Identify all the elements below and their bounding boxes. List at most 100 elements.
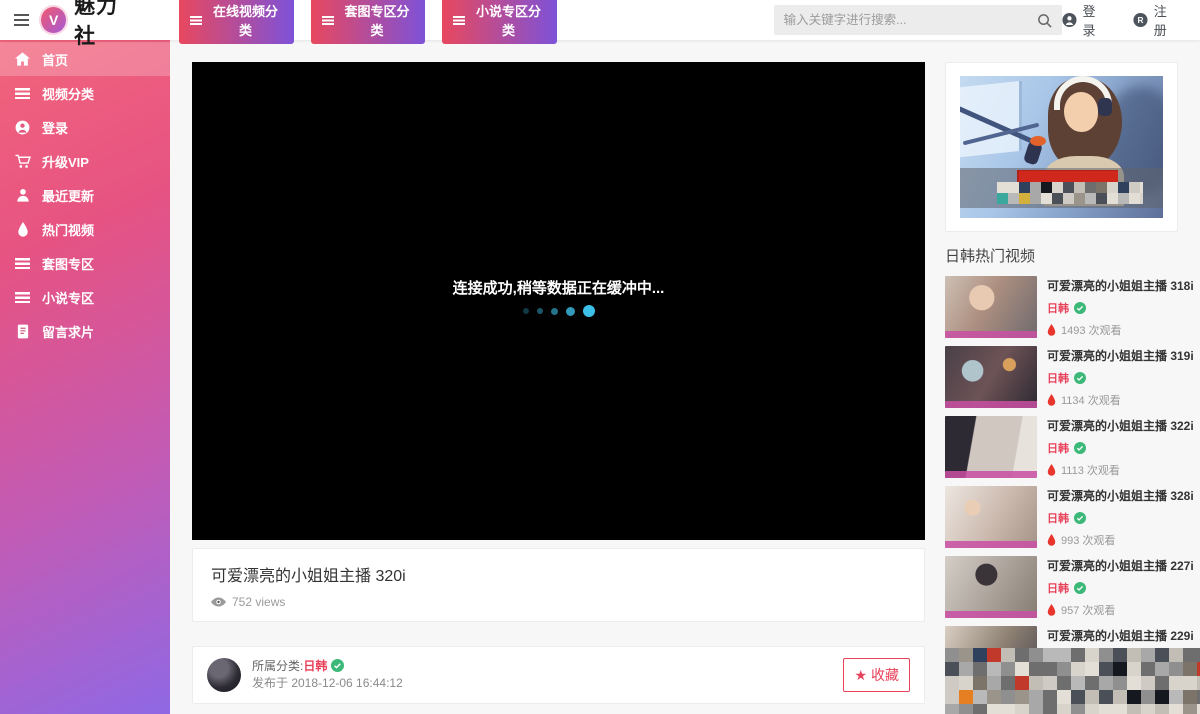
sidebar-item-label: 视频分类 [42, 84, 94, 103]
list-icon [14, 85, 31, 102]
video-thumbnail[interactable] [945, 486, 1037, 548]
player-status-text: 连接成功,稍等数据正在缓冲中... [192, 277, 925, 298]
main-column: 连接成功,稍等数据正在缓冲中... 可爱漂亮的小姐姐主播 320i 752 vi… [192, 62, 925, 714]
hot-video-item[interactable]: 可爱漂亮的小姐姐主播 322i 日韩 1113 次观看 [945, 416, 1180, 478]
fire-icon [1047, 394, 1056, 406]
list-icon [14, 255, 31, 272]
hot-video-item[interactable]: 可爱漂亮的小姐姐主播 318i 日韩 1493 次观看 [945, 276, 1180, 338]
list-icon [14, 289, 31, 306]
register-label: 注册 [1154, 1, 1178, 39]
ad-card[interactable] [945, 62, 1178, 232]
video-thumbnail[interactable] [945, 276, 1037, 338]
sidebar-item-recent-updates[interactable]: 最近更新 [0, 178, 170, 212]
sidebar-item-novel-zone[interactable]: 小说专区 [0, 280, 170, 314]
fire-icon [1047, 464, 1056, 476]
hot-video-title[interactable]: 可爱漂亮的小姐姐主播 318i [1047, 277, 1194, 294]
user-icon [1062, 12, 1077, 28]
sidebar-item-upgrade-vip[interactable]: 升级VIP [0, 144, 170, 178]
search-icon[interactable] [1037, 13, 1052, 28]
hot-video-views: 1134 次观看 [1061, 392, 1121, 408]
auth-links: 登录 R 注册 [1062, 1, 1186, 39]
brand-logo-icon[interactable]: V [41, 7, 66, 33]
sidebar-item-label: 小说专区 [42, 288, 94, 307]
hot-video-title[interactable]: 可爱漂亮的小姐姐主播 319i [1047, 347, 1194, 364]
brand-title[interactable]: 魅力社 [74, 0, 137, 50]
video-thumbnail[interactable] [945, 416, 1037, 478]
register-link[interactable]: R 注册 [1133, 1, 1178, 39]
list-icon [190, 16, 202, 25]
hot-video-category[interactable]: 日韩 [1047, 370, 1069, 386]
right-sidebar: 日韩热门视频 可爱漂亮的小姐姐主播 318i 日韩 1493 次观看 [945, 40, 1180, 714]
ad-censor-mosaic [997, 182, 1143, 204]
hot-video-title[interactable]: 可爱漂亮的小姐姐主播 328i [1047, 487, 1194, 504]
register-icon: R [1133, 12, 1148, 28]
category-link[interactable]: 日韩 [303, 659, 327, 673]
favorite-label: 收藏 [871, 665, 899, 685]
nav-button-gallery-categories[interactable]: 套图专区分类 [311, 0, 426, 44]
user-circle-icon [14, 119, 31, 136]
document-icon [14, 323, 31, 340]
nav-button-novel-categories[interactable]: 小说专区分类 [442, 0, 557, 44]
hot-video-category[interactable]: 日韩 [1047, 510, 1069, 526]
video-thumbnail[interactable] [945, 346, 1037, 408]
login-link[interactable]: 登录 [1062, 1, 1107, 39]
sidebar-item-label: 最近更新 [42, 186, 94, 205]
hot-video-category[interactable]: 日韩 [1047, 580, 1069, 596]
top-header: V 魅力社 在线视频分类 套图专区分类 小说专区分类 [0, 0, 1200, 40]
view-count: 752 views [232, 595, 285, 609]
sidebar-item-label: 套图专区 [42, 254, 94, 273]
hot-video-item[interactable]: 可爱漂亮的小姐姐主播 227i 日韩 957 次观看 [945, 556, 1180, 618]
hot-video-title[interactable]: 可爱漂亮的小姐姐主播 227i [1047, 557, 1194, 574]
login-label: 登录 [1083, 1, 1107, 39]
verified-check-icon [1074, 582, 1086, 594]
user-icon [14, 187, 31, 204]
fire-icon [1047, 324, 1056, 336]
hot-video-category[interactable]: 日韩 [1047, 300, 1069, 316]
page: V 魅力社 在线视频分类 套图专区分类 小说专区分类 [0, 0, 1200, 714]
hot-video-item[interactable]: 可爱漂亮的小姐姐主播 328i 日韩 993 次观看 [945, 486, 1180, 548]
svg-text:R: R [1137, 16, 1143, 25]
video-thumbnail[interactable] [945, 556, 1037, 618]
sidebar-item-gallery-zone[interactable]: 套图专区 [0, 246, 170, 280]
sidebar-item-label: 首页 [42, 50, 68, 69]
sidebar-item-label: 登录 [42, 118, 68, 137]
sidebar-item-login[interactable]: 登录 [0, 110, 170, 144]
home-icon [14, 51, 31, 68]
censor-mosaic-band [945, 648, 1200, 714]
favorite-button[interactable]: ★ 收藏 [843, 658, 910, 692]
hot-video-title[interactable]: 可爱漂亮的小姐姐主播 229i [1047, 627, 1194, 644]
video-player[interactable]: 连接成功,稍等数据正在缓冲中... [192, 62, 925, 540]
search-box [774, 5, 1062, 35]
cart-icon [14, 153, 31, 170]
hot-video-category[interactable]: 日韩 [1047, 440, 1069, 456]
fire-icon [1047, 534, 1056, 546]
menu-toggle-icon[interactable] [14, 14, 29, 26]
nav-button-label: 在线视频分类 [208, 1, 282, 39]
nav-button-video-categories[interactable]: 在线视频分类 [179, 0, 294, 44]
search-input[interactable] [784, 13, 1037, 27]
ad-censored-red-text [1017, 170, 1119, 182]
nav-button-label: 套图专区分类 [340, 1, 414, 39]
verified-check-icon [331, 659, 344, 672]
ad-image[interactable] [960, 76, 1163, 218]
sidebar-item-label: 留言求片 [42, 322, 94, 341]
ad-window-shape [960, 81, 1022, 158]
sidebar-item-video-categories[interactable]: 视频分类 [0, 76, 170, 110]
hot-videos-section-title: 日韩热门视频 [945, 245, 1180, 266]
sidebar-item-request-video[interactable]: 留言求片 [0, 314, 170, 348]
verified-check-icon [1074, 372, 1086, 384]
sidebar-item-hot-videos[interactable]: 热门视频 [0, 212, 170, 246]
verified-check-icon [1074, 512, 1086, 524]
uploader-avatar[interactable] [207, 658, 241, 692]
sidebar-item-label: 升级VIP [42, 152, 89, 171]
video-title-card: 可爱漂亮的小姐姐主播 320i 752 views [192, 548, 925, 622]
publish-date: 发布于 2018-12-06 16:44:12 [252, 675, 403, 692]
video-meta-card: 所属分类:日韩 发布于 2018-12-06 16:44:12 ★ 收藏 [192, 646, 925, 704]
eye-icon [211, 597, 226, 607]
fire-icon [14, 221, 31, 238]
verified-check-icon [1074, 302, 1086, 314]
hot-video-views: 1113 次观看 [1061, 462, 1120, 478]
hot-video-title[interactable]: 可爱漂亮的小姐姐主播 322i [1047, 417, 1194, 434]
hot-video-item[interactable]: 可爱漂亮的小姐姐主播 319i 日韩 1134 次观看 [945, 346, 1180, 408]
hot-video-views: 993 次观看 [1061, 532, 1115, 548]
